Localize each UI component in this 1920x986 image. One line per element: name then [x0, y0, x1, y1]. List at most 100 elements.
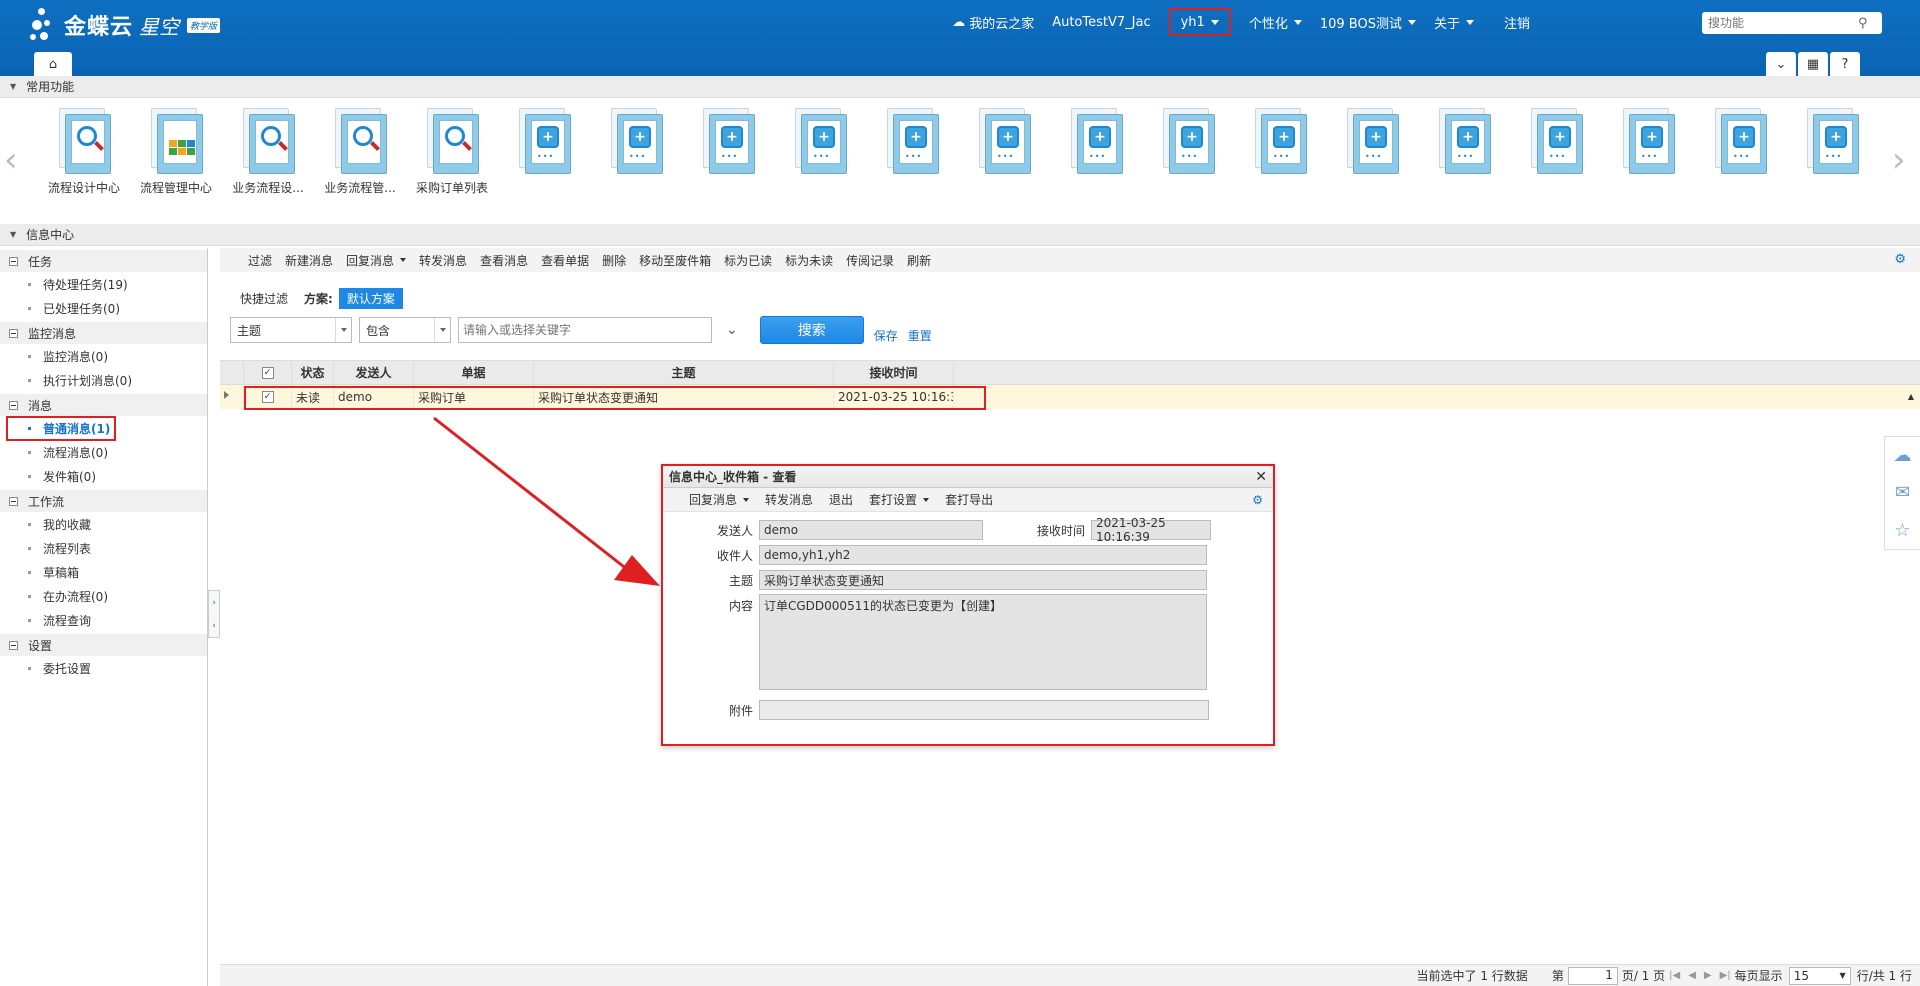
quick-item[interactable]: + ••• — [1512, 106, 1600, 179]
reset-link[interactable]: 重置 — [908, 327, 932, 344]
tree-item[interactable]: 发件箱(0) — [0, 464, 207, 488]
page-number-input[interactable]: 1 — [1567, 966, 1618, 985]
info-center-bar[interactable]: ▼ 信息中心 — [0, 224, 1920, 246]
tree-item[interactable]: 监控消息(0) — [0, 344, 207, 368]
attachment-value[interactable] — [759, 700, 1209, 720]
tree-item[interactable]: 流程列表 — [0, 536, 207, 560]
expand-icon[interactable]: ⌄ — [1766, 52, 1796, 76]
scroll-up-icon[interactable]: ▲ — [1908, 392, 1914, 401]
org-menu[interactable]: 109 BOS测试 — [1320, 13, 1416, 32]
tree-item[interactable]: 我的收藏 — [0, 512, 207, 536]
next-page-icon[interactable]: ▶ — [1704, 970, 1712, 981]
quick-item[interactable]: + ••• — [868, 106, 956, 179]
quick-item[interactable]: 业务流程管... — [316, 106, 404, 196]
kingdee-logo[interactable]: 金蝶云 星空 教学版 — [28, 6, 221, 44]
quick-item[interactable]: + ••• — [1696, 106, 1784, 179]
toolbar-button[interactable]: 移动至废件箱 — [639, 252, 711, 269]
recipient-value[interactable]: demo,yh1,yh2 — [759, 545, 1207, 565]
quick-item[interactable]: + ••• — [960, 106, 1048, 179]
toolbar-button[interactable]: 查看消息 — [480, 252, 528, 269]
quick-item[interactable]: 采购订单列表 — [408, 106, 496, 196]
quick-item[interactable]: + ••• — [776, 106, 864, 179]
personalize-menu[interactable]: 个性化 — [1249, 13, 1302, 32]
function-search-input[interactable] — [1708, 13, 1858, 33]
tree-group[interactable]: 设置 — [0, 634, 207, 656]
collapse-box-icon[interactable] — [9, 640, 18, 650]
content-value[interactable]: 订单CGDD000511的状态已变更为【创建】 — [759, 594, 1207, 690]
per-page-select[interactable]: 15 ▼ — [1788, 966, 1851, 985]
toolbar-button[interactable]: 标为已读 — [724, 252, 772, 269]
quick-item[interactable]: + ••• — [1788, 106, 1876, 179]
col-receive-time[interactable]: 接收时间 — [834, 361, 954, 384]
tree-item[interactable]: 待处理任务(19) — [0, 272, 207, 296]
toolbar-button[interactable]: 新建消息 — [285, 252, 333, 269]
scheme-default-button[interactable]: 默认方案 — [338, 288, 403, 309]
search-icon[interactable]: ⚲ — [1858, 16, 1868, 31]
tree-item[interactable]: 在办流程(0) — [0, 584, 207, 608]
tree-item[interactable]: 已处理任务(0) — [0, 296, 207, 320]
quick-item[interactable]: + ••• — [1420, 106, 1508, 179]
save-link[interactable]: 保存 — [874, 327, 898, 344]
tree-item[interactable]: 委托设置 — [0, 656, 207, 680]
quick-item[interactable]: + ••• — [1604, 106, 1692, 179]
toolbar-button[interactable]: 删除 — [602, 252, 626, 269]
dialog-print-setting-button[interactable]: 套打设置 — [869, 491, 930, 508]
first-page-icon[interactable]: |◀ — [1669, 970, 1680, 981]
dialog-forward-button[interactable]: 转发消息 — [765, 491, 813, 508]
last-page-icon[interactable]: ▶| — [1720, 970, 1731, 981]
close-icon[interactable]: ✕ — [1255, 469, 1267, 485]
quick-item[interactable]: + ••• — [1328, 106, 1416, 179]
tree-group[interactable]: 任务 — [0, 250, 207, 272]
quick-item[interactable]: + ••• — [1236, 106, 1324, 179]
operator-select[interactable]: 包含 — [359, 317, 451, 343]
dialog-exit-button[interactable]: 退出 — [829, 491, 853, 508]
tree-group[interactable]: 工作流 — [0, 490, 207, 512]
collapse-box-icon[interactable] — [9, 328, 18, 338]
col-sender[interactable]: 发送人 — [334, 361, 414, 384]
collapse-box-icon[interactable] — [9, 256, 18, 266]
gear-icon[interactable]: ⚙ — [1894, 252, 1906, 267]
toolbar-button[interactable]: 转发消息 — [419, 252, 467, 269]
user-menu[interactable]: yh1 — [1168, 8, 1231, 36]
col-bill[interactable]: 单据 — [414, 361, 534, 384]
quick-item[interactable]: 业务流程设... — [224, 106, 312, 196]
toolbar-button[interactable]: 传阅记录 — [846, 252, 894, 269]
chat-icon[interactable]: ✉ — [1895, 482, 1910, 503]
collapse-box-icon[interactable] — [9, 496, 18, 506]
sender-value[interactable]: demo — [759, 520, 983, 540]
tree-group[interactable]: 消息 — [0, 394, 207, 416]
toolbar-button[interactable]: 刷新 — [907, 252, 931, 269]
quick-item[interactable]: 流程管理中心 — [132, 106, 220, 196]
quick-item[interactable]: 流程设计中心 — [40, 106, 128, 196]
toolbar-button[interactable]: 查看单据 — [541, 252, 589, 269]
quick-item[interactable]: + ••• — [1144, 106, 1232, 179]
collapse-box-icon[interactable] — [9, 400, 18, 410]
tree-item[interactable]: 流程查询 — [0, 608, 207, 632]
about-menu[interactable]: 关于 — [1434, 13, 1474, 32]
tree-item[interactable]: 普通消息(1) — [0, 415, 207, 441]
tree-item[interactable]: 执行计划消息(0) — [0, 368, 207, 392]
toolbar-button[interactable]: 过滤 — [248, 252, 272, 269]
field-select[interactable]: 主题 — [230, 317, 352, 343]
expand-filter-icon[interactable]: ⌄ — [726, 322, 738, 338]
keyword-input[interactable] — [458, 317, 712, 343]
my-cloud-link[interactable]: ☁ 我的云之家 — [952, 13, 1034, 32]
home-tab[interactable]: ⌂ — [34, 52, 72, 76]
dialog-titlebar[interactable]: 信息中心_收件箱 - 查看 ✕ — [663, 466, 1273, 488]
col-subject[interactable]: 主题 — [534, 361, 834, 384]
quick-item[interactable]: + ••• — [684, 106, 772, 179]
prev-page-icon[interactable]: ◀ — [1688, 970, 1696, 981]
toolbar-button[interactable]: 标为未读 — [785, 252, 833, 269]
dialog-reply-button[interactable]: 回复消息 — [689, 491, 750, 508]
star-icon[interactable]: ☆ — [1894, 520, 1910, 541]
quick-item[interactable]: + ••• — [500, 106, 588, 179]
receive-time-value[interactable]: 2021-03-25 10:16:39 — [1091, 516, 1211, 544]
grid-icon[interactable]: ▦ — [1798, 52, 1828, 76]
tree-group[interactable]: 监控消息 — [0, 322, 207, 344]
panel-collapse-button[interactable]: › ‹ — [208, 590, 220, 638]
dialog-print-export-button[interactable]: 套打导出 — [945, 491, 993, 508]
gear-icon[interactable]: ⚙ — [1252, 493, 1263, 507]
col-status[interactable]: 状态 — [292, 361, 334, 384]
logout-link[interactable]: 注销 — [1504, 13, 1530, 32]
help-icon[interactable]: ? — [1830, 52, 1860, 76]
